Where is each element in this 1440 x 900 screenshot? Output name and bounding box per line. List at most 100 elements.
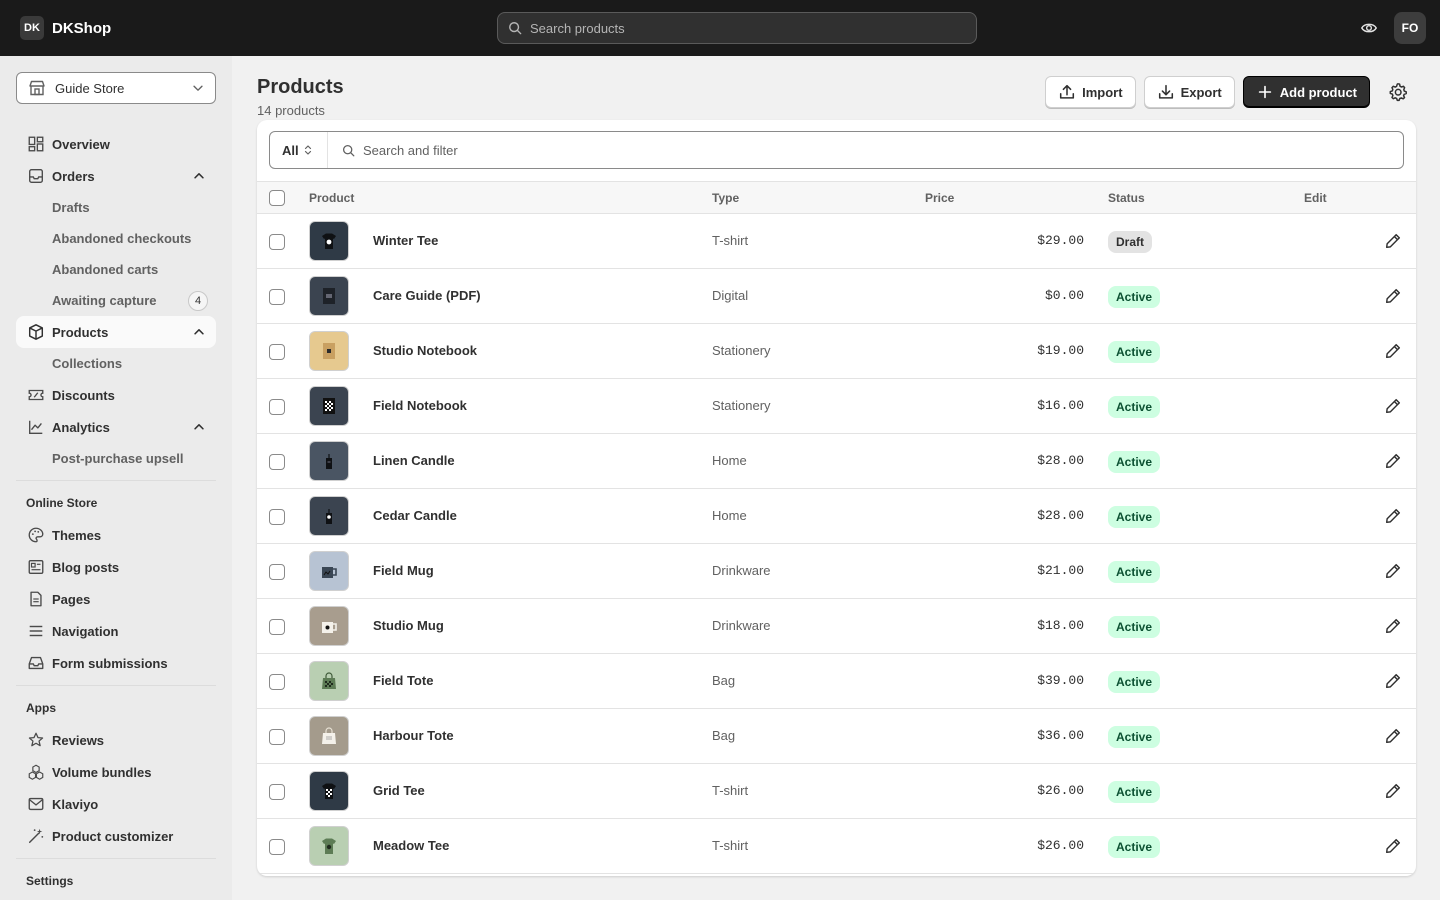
- edit-button[interactable]: [1384, 782, 1402, 803]
- sidebar-item-abandoned-checkouts[interactable]: Abandoned checkouts: [16, 223, 216, 254]
- sidebar-item-orders[interactable]: Orders: [16, 160, 216, 192]
- row-checkbox[interactable]: [269, 344, 285, 360]
- sidebar-item-pages[interactable]: Pages: [16, 583, 216, 615]
- product-thumbnail[interactable]: [309, 606, 349, 646]
- sidebar-item-abandoned-carts[interactable]: Abandoned carts: [16, 254, 216, 285]
- column-header-type[interactable]: Type: [712, 191, 739, 205]
- product-name[interactable]: Field Mug: [373, 563, 434, 578]
- column-header-product[interactable]: Product: [309, 191, 354, 205]
- row-checkbox[interactable]: [269, 784, 285, 800]
- product-name[interactable]: Field Notebook: [373, 398, 467, 413]
- sidebar-item-post-purchase-upsell[interactable]: Post-purchase upsell: [16, 443, 216, 474]
- column-header-price[interactable]: Price: [925, 191, 954, 205]
- product-name[interactable]: Studio Notebook: [373, 343, 477, 358]
- row-checkbox[interactable]: [269, 234, 285, 250]
- edit-button[interactable]: [1384, 837, 1402, 858]
- product-name[interactable]: Linen Candle: [373, 453, 455, 468]
- product-thumbnail[interactable]: [309, 551, 349, 591]
- row-checkbox[interactable]: [269, 454, 285, 470]
- section-heading-settings[interactable]: Settings: [16, 865, 216, 897]
- search-filter-input[interactable]: Search and filter: [328, 143, 458, 158]
- table-row[interactable]: Field Tote Bag $39.00 Active: [257, 654, 1416, 709]
- row-checkbox[interactable]: [269, 839, 285, 855]
- section-heading-online-store[interactable]: Online Store: [16, 487, 216, 519]
- product-name[interactable]: Winter Tee: [373, 233, 438, 248]
- export-button[interactable]: Export: [1143, 76, 1235, 108]
- table-row[interactable]: Cedar Candle Home $28.00 Active: [257, 489, 1416, 544]
- sidebar-item-navigation[interactable]: Navigation: [16, 615, 216, 647]
- product-thumbnail[interactable]: [309, 661, 349, 701]
- row-checkbox[interactable]: [269, 729, 285, 745]
- product-thumbnail[interactable]: [309, 221, 349, 261]
- sidebar-item-themes[interactable]: Themes: [16, 519, 216, 551]
- product-name[interactable]: Care Guide (PDF): [373, 288, 481, 303]
- sidebar-item-products[interactable]: Products: [16, 316, 216, 348]
- sidebar-item-collections[interactable]: Collections: [16, 348, 216, 379]
- sidebar-item-awaiting-capture[interactable]: Awaiting capture 4: [16, 285, 216, 316]
- edit-button[interactable]: [1384, 397, 1402, 418]
- sidebar-item-volume-bundles[interactable]: Volume bundles: [16, 756, 216, 788]
- sidebar-item-discounts[interactable]: Discounts: [16, 379, 216, 411]
- product-thumbnail[interactable]: [309, 276, 349, 316]
- brand[interactable]: DK DKShop: [20, 16, 497, 40]
- edit-button[interactable]: [1384, 342, 1402, 363]
- chevron-up-icon[interactable]: [192, 169, 206, 183]
- table-row[interactable]: Studio Notebook Stationery $19.00 Active: [257, 324, 1416, 379]
- sidebar-item-blog-posts[interactable]: Blog posts: [16, 551, 216, 583]
- product-thumbnail[interactable]: [309, 496, 349, 536]
- chevron-up-icon[interactable]: [192, 420, 206, 434]
- edit-button[interactable]: [1384, 452, 1402, 473]
- sidebar-item-klaviyo[interactable]: Klaviyo: [16, 788, 216, 820]
- product-thumbnail[interactable]: [309, 386, 349, 426]
- table-row[interactable]: Studio Mug Drinkware $18.00 Active: [257, 599, 1416, 654]
- row-checkbox[interactable]: [269, 674, 285, 690]
- edit-button[interactable]: [1384, 727, 1402, 748]
- select-all-checkbox[interactable]: [269, 190, 285, 206]
- row-checkbox[interactable]: [269, 289, 285, 305]
- eye-icon[interactable]: [1360, 19, 1378, 37]
- table-row[interactable]: Field Notebook Stationery $16.00 Active: [257, 379, 1416, 434]
- edit-button[interactable]: [1384, 562, 1402, 583]
- sidebar-item-form-submissions[interactable]: Form submissions: [16, 647, 216, 679]
- table-row[interactable]: Care Guide (PDF) Digital $0.00 Active: [257, 269, 1416, 324]
- table-row[interactable]: Grid Tee T-shirt $26.00 Active: [257, 764, 1416, 819]
- product-name[interactable]: Harbour Tote: [373, 728, 454, 743]
- product-name[interactable]: Grid Tee: [373, 783, 425, 798]
- edit-button[interactable]: [1384, 672, 1402, 693]
- product-name[interactable]: Cedar Candle: [373, 508, 457, 523]
- sidebar-item-overview[interactable]: Overview: [16, 128, 216, 160]
- sidebar-item-drafts[interactable]: Drafts: [16, 192, 216, 223]
- edit-button[interactable]: [1384, 507, 1402, 528]
- edit-button[interactable]: [1384, 232, 1402, 253]
- product-thumbnail[interactable]: [309, 826, 349, 866]
- column-header-status[interactable]: Status: [1108, 191, 1145, 205]
- product-thumbnail[interactable]: [309, 771, 349, 811]
- row-checkbox[interactable]: [269, 509, 285, 525]
- table-row[interactable]: Linen Candle Home $28.00 Active: [257, 434, 1416, 489]
- row-checkbox[interactable]: [269, 619, 285, 635]
- import-button[interactable]: Import: [1045, 76, 1136, 108]
- product-thumbnail[interactable]: [309, 331, 349, 371]
- settings-gear-button[interactable]: [1382, 76, 1414, 108]
- table-row[interactable]: Meadow Tee T-shirt $26.00 Active: [257, 819, 1416, 874]
- sidebar-item-analytics[interactable]: Analytics: [16, 411, 216, 443]
- global-search-input[interactable]: Search products: [497, 12, 977, 44]
- sidebar-item-product-customizer[interactable]: Product customizer: [16, 820, 216, 852]
- product-thumbnail[interactable]: [309, 716, 349, 756]
- product-name[interactable]: Meadow Tee: [373, 838, 449, 853]
- table-row[interactable]: Harbour Tote Bag $36.00 Active: [257, 709, 1416, 764]
- filter-tab-all[interactable]: All: [270, 132, 328, 168]
- edit-button[interactable]: [1384, 287, 1402, 308]
- edit-button[interactable]: [1384, 617, 1402, 638]
- sidebar-item-reviews[interactable]: Reviews: [16, 724, 216, 756]
- user-avatar[interactable]: FO: [1394, 12, 1426, 44]
- add-product-button[interactable]: Add product: [1242, 76, 1370, 108]
- table-row[interactable]: Winter Tee T-shirt $29.00 Draft: [257, 214, 1416, 269]
- table-row[interactable]: Field Mug Drinkware $21.00 Active: [257, 544, 1416, 599]
- product-thumbnail[interactable]: [309, 441, 349, 481]
- product-name[interactable]: Studio Mug: [373, 618, 444, 633]
- row-checkbox[interactable]: [269, 564, 285, 580]
- row-checkbox[interactable]: [269, 399, 285, 415]
- store-selector[interactable]: Guide Store: [16, 72, 216, 104]
- product-name[interactable]: Field Tote: [373, 673, 433, 688]
